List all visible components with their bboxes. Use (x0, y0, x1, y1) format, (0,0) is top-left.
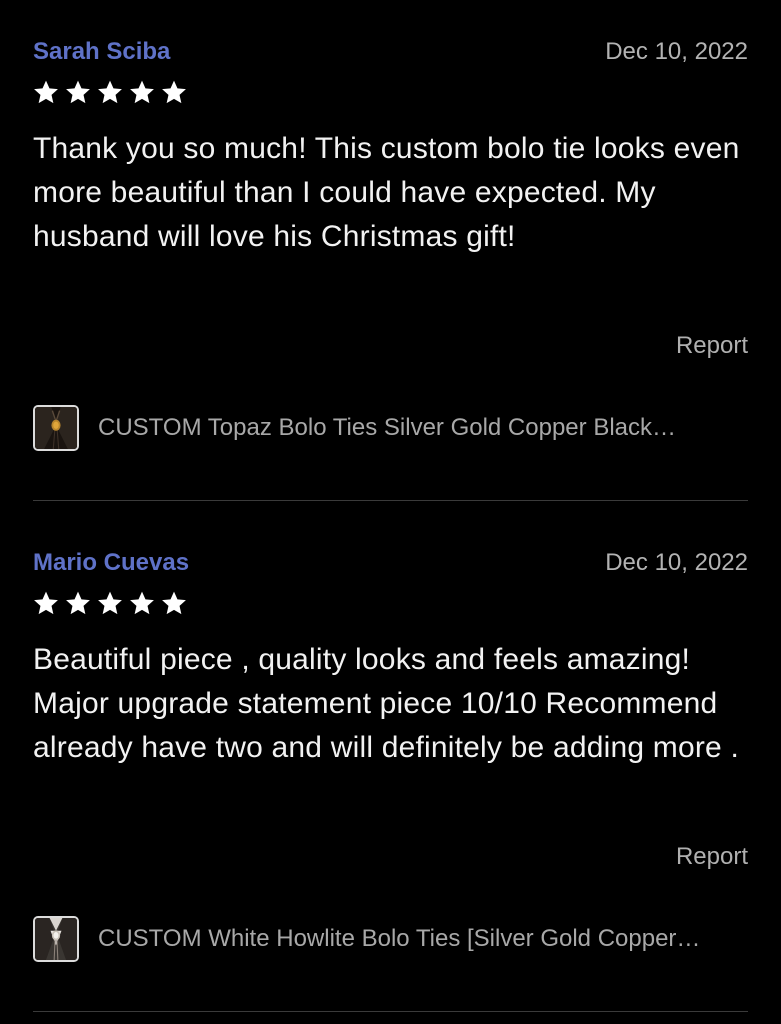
star-icon (162, 80, 186, 104)
star-icon (34, 80, 58, 104)
reviewer-name[interactable]: Sarah Sciba (33, 36, 170, 68)
star-icon (98, 80, 122, 104)
star-rating (33, 79, 187, 105)
review-date: Dec 10, 2022 (605, 549, 748, 576)
product-title[interactable]: CUSTOM White Howlite Bolo Ties [Silver G… (98, 923, 748, 955)
divider (33, 500, 748, 501)
report-button[interactable]: Report (676, 841, 748, 873)
product-thumbnail-icon[interactable] (33, 916, 79, 962)
star-icon (130, 591, 154, 615)
report-button[interactable]: Report (676, 330, 748, 362)
review-text: Beautiful piece , quality looks and feel… (33, 643, 740, 764)
star-icon (98, 591, 122, 615)
review-item: Sarah Sciba Dec 10, 2022 Thank you so mu… (0, 0, 781, 511)
product-thumbnail-icon[interactable] (33, 405, 79, 451)
star-icon (162, 591, 186, 615)
product-link[interactable]: CUSTOM Topaz Bolo Ties Silver Gold Coppe… (33, 403, 748, 453)
reviews-list: Sarah Sciba Dec 10, 2022 Thank you so mu… (0, 0, 781, 1024)
review-text: Thank you so much! This custom bolo tie … (33, 132, 749, 253)
star-icon (130, 80, 154, 104)
reviewer-name[interactable]: Mario Cuevas (33, 547, 189, 579)
product-link[interactable]: CUSTOM White Howlite Bolo Ties [Silver G… (33, 914, 748, 964)
divider (33, 1011, 748, 1012)
star-icon (34, 591, 58, 615)
star-icon (66, 591, 90, 615)
review-date: Dec 10, 2022 (605, 38, 748, 65)
product-title[interactable]: CUSTOM Topaz Bolo Ties Silver Gold Coppe… (98, 412, 748, 444)
review-item: Mario Cuevas Dec 10, 2022 Beautiful piec… (0, 511, 781, 1022)
star-rating (33, 590, 187, 616)
star-icon (66, 80, 90, 104)
